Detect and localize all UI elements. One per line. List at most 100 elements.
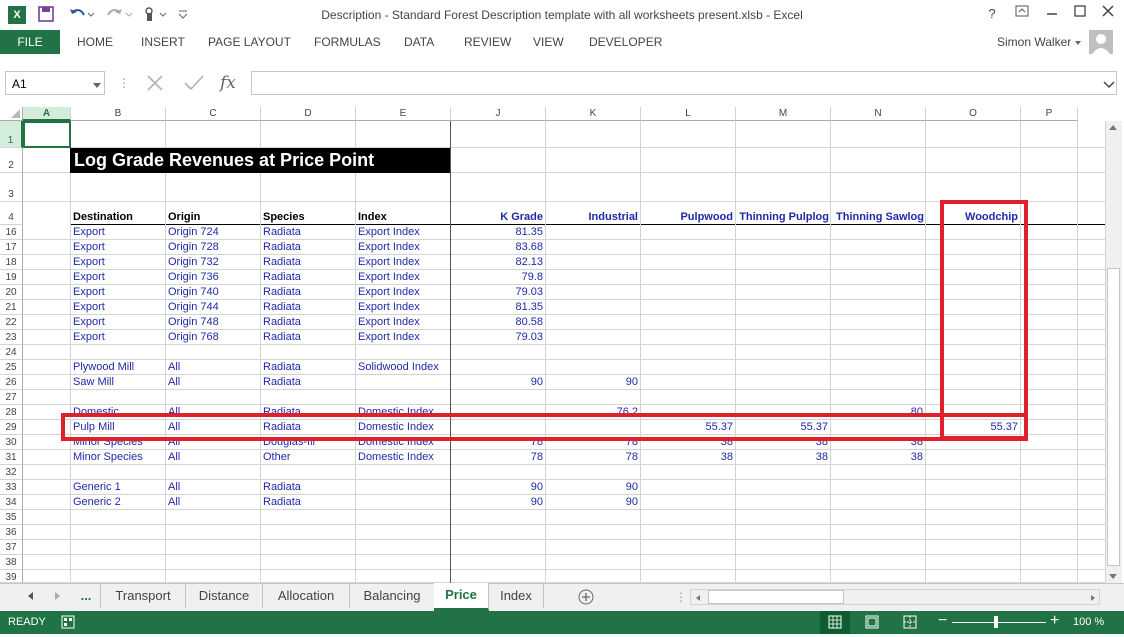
- tab-page-layout[interactable]: PAGE LAYOUT: [208, 30, 291, 54]
- row-header-31[interactable]: 31: [0, 450, 23, 465]
- zoom-in-button[interactable]: +: [1050, 613, 1059, 629]
- tab-developer[interactable]: DEVELOPER: [589, 30, 662, 54]
- user-dropdown-icon[interactable]: [1074, 38, 1082, 50]
- cell-dest-row-23[interactable]: Export: [73, 330, 163, 345]
- cell-dest-row-25[interactable]: Plywood Mill: [73, 360, 163, 375]
- cell-species-row-31[interactable]: Other: [263, 450, 353, 465]
- cell-origin-row-31[interactable]: All: [168, 450, 258, 465]
- row-header-30[interactable]: 30: [0, 435, 23, 450]
- cell-index-row-25[interactable]: Solidwood Index: [358, 360, 448, 375]
- cell-dest-row-31[interactable]: Minor Species: [73, 450, 163, 465]
- cell-ts-row-31[interactable]: 38: [831, 450, 923, 465]
- cell-pw-row-31[interactable]: 38: [641, 450, 733, 465]
- sheet-tab-allocation[interactable]: Allocation: [263, 584, 350, 608]
- cell-origin-row-22[interactable]: Origin 748: [168, 315, 258, 330]
- normal-view-icon[interactable]: [820, 611, 850, 634]
- cell-k-row-26[interactable]: 90: [451, 375, 543, 390]
- row-header-2[interactable]: 2: [0, 148, 23, 173]
- sheet-tab-index[interactable]: Index: [489, 584, 544, 608]
- row-header-35[interactable]: 35: [0, 510, 23, 525]
- help-button[interactable]: ?: [980, 4, 1004, 24]
- row-header-32[interactable]: 32: [0, 465, 23, 480]
- cell-k-row-18[interactable]: 82.13: [451, 255, 543, 270]
- cell-dest-row-17[interactable]: Export: [73, 240, 163, 255]
- zoom-slider[interactable]: [952, 622, 1046, 623]
- row-header-23[interactable]: 23: [0, 330, 23, 345]
- cell-k-row-20[interactable]: 79.03: [451, 285, 543, 300]
- cell-species-row-22[interactable]: Radiata: [263, 315, 353, 330]
- row-header-19[interactable]: 19: [0, 270, 23, 285]
- row-header-34[interactable]: 34: [0, 495, 23, 510]
- enter-formula-icon[interactable]: [183, 74, 205, 95]
- cell-origin-row-20[interactable]: Origin 740: [168, 285, 258, 300]
- cell-dest-row-34[interactable]: Generic 2: [73, 495, 163, 510]
- row-header-27[interactable]: 27: [0, 390, 23, 405]
- cell-ind-row-33[interactable]: 90: [546, 480, 638, 495]
- column-header-p[interactable]: P: [1021, 107, 1078, 121]
- cell-origin-row-33[interactable]: All: [168, 480, 258, 495]
- column-header-c[interactable]: C: [166, 107, 261, 121]
- cell-origin-row-26[interactable]: All: [168, 375, 258, 390]
- cell-species-row-17[interactable]: Radiata: [263, 240, 353, 255]
- cell-dest-row-20[interactable]: Export: [73, 285, 163, 300]
- row-header-36[interactable]: 36: [0, 525, 23, 540]
- select-all-corner[interactable]: [0, 107, 23, 121]
- row-header-24[interactable]: 24: [0, 345, 23, 360]
- cell-k-row-17[interactable]: 83.68: [451, 240, 543, 255]
- cell-index-row-21[interactable]: Export Index: [358, 300, 448, 315]
- tab-review[interactable]: REVIEW: [464, 30, 511, 54]
- cell-k-row-22[interactable]: 80.58: [451, 315, 543, 330]
- cell-k-row-23[interactable]: 79.03: [451, 330, 543, 345]
- cell-ind-row-31[interactable]: 78: [546, 450, 638, 465]
- minimize-icon[interactable]: [1040, 4, 1064, 24]
- row-header-26[interactable]: 26: [0, 375, 23, 390]
- cell-k-row-34[interactable]: 90: [451, 495, 543, 510]
- row-header-37[interactable]: 37: [0, 540, 23, 555]
- row-header-21[interactable]: 21: [0, 300, 23, 315]
- cell-origin-row-19[interactable]: Origin 736: [168, 270, 258, 285]
- cell-species-row-23[interactable]: Radiata: [263, 330, 353, 345]
- row-header-22[interactable]: 22: [0, 315, 23, 330]
- sheet-tab-price[interactable]: Price: [434, 583, 489, 611]
- zoom-level[interactable]: 100 %: [1073, 616, 1104, 628]
- cell-origin-row-23[interactable]: Origin 768: [168, 330, 258, 345]
- cell-species-row-18[interactable]: Radiata: [263, 255, 353, 270]
- cell-k-row-31[interactable]: 78: [451, 450, 543, 465]
- insert-function-icon[interactable]: fx: [220, 73, 236, 93]
- sheet-scroll-left-icon[interactable]: [26, 591, 34, 604]
- column-header-k[interactable]: K: [546, 107, 641, 121]
- cell-index-row-31[interactable]: Domestic Index: [358, 450, 448, 465]
- name-box[interactable]: A1: [5, 71, 105, 95]
- cell-tp-row-31[interactable]: 38: [736, 450, 828, 465]
- zoom-slider-thumb[interactable]: [994, 616, 998, 628]
- column-header-b[interactable]: B: [71, 107, 166, 121]
- sheet-tab-transport[interactable]: Transport: [101, 584, 186, 608]
- macro-record-icon[interactable]: [61, 615, 75, 632]
- sheet-scroll-right-icon[interactable]: [54, 591, 62, 604]
- cell-species-row-16[interactable]: Radiata: [263, 225, 353, 240]
- row-header-3[interactable]: 3: [0, 173, 23, 202]
- cell-species-row-20[interactable]: Radiata: [263, 285, 353, 300]
- cell-origin-row-34[interactable]: All: [168, 495, 258, 510]
- row-header-39[interactable]: 39: [0, 570, 23, 583]
- file-tab[interactable]: FILE: [0, 30, 60, 54]
- cell-origin-row-21[interactable]: Origin 744: [168, 300, 258, 315]
- cell-dest-row-22[interactable]: Export: [73, 315, 163, 330]
- cell-k-row-19[interactable]: 79.8: [451, 270, 543, 285]
- name-box-dropdown-icon[interactable]: [93, 80, 101, 92]
- tab-split-handle[interactable]: ⋮: [675, 590, 687, 604]
- row-header-4[interactable]: 4: [0, 202, 23, 225]
- cell-k-row-21[interactable]: 81.35: [451, 300, 543, 315]
- cell-index-row-22[interactable]: Export Index: [358, 315, 448, 330]
- tab-insert[interactable]: INSERT: [141, 30, 185, 54]
- cell-species-row-34[interactable]: Radiata: [263, 495, 353, 510]
- formula-input[interactable]: [251, 71, 1117, 95]
- page-layout-view-icon[interactable]: [865, 615, 879, 632]
- tab-data[interactable]: DATA: [404, 30, 434, 54]
- cell-ind-row-26[interactable]: 90: [546, 375, 638, 390]
- row-header-38[interactable]: 38: [0, 555, 23, 570]
- cell-dest-row-26[interactable]: Saw Mill: [73, 375, 163, 390]
- column-header-j[interactable]: J: [451, 107, 546, 121]
- cell-ind-row-34[interactable]: 90: [546, 495, 638, 510]
- cell-dest-row-18[interactable]: Export: [73, 255, 163, 270]
